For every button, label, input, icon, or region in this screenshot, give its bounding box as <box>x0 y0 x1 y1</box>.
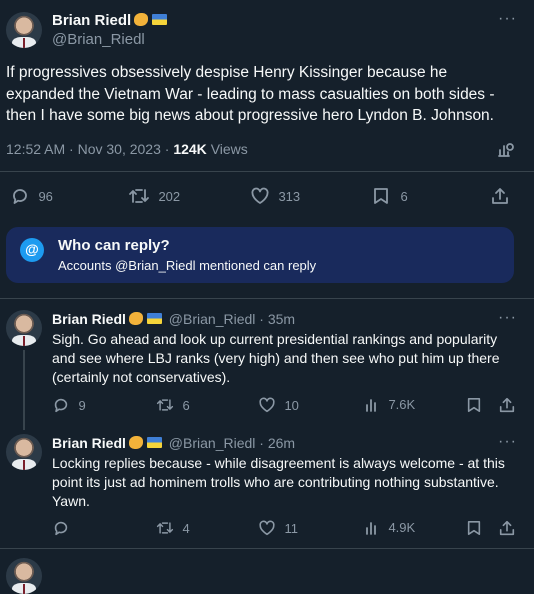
flexed-arm-emoji-icon <box>134 13 149 26</box>
flexed-arm-emoji-icon <box>128 312 143 325</box>
avatar[interactable] <box>6 434 42 470</box>
ukraine-flag-icon <box>146 313 162 324</box>
ukraine-flag-icon <box>152 14 168 25</box>
more-options-icon[interactable]: ··· <box>498 309 517 327</box>
ukraine-flag-icon <box>146 437 162 448</box>
analytics-icon[interactable] <box>497 141 515 159</box>
notice-title: Who can reply? <box>58 237 170 254</box>
views-count: 124K <box>173 141 207 157</box>
like-count: 313 <box>278 188 301 204</box>
reply-icon <box>54 521 68 536</box>
bookmark-icon <box>374 188 388 204</box>
bar-chart-icon <box>366 398 376 412</box>
bookmark-icon[interactable] <box>466 396 482 414</box>
retweet-button[interactable]: 6 <box>156 396 190 414</box>
reply-count: 9 <box>78 397 86 413</box>
avatar[interactable] <box>6 310 42 346</box>
retweet-button[interactable]: 4 <box>156 519 190 537</box>
timestamp[interactable]: 12:52 AM · Nov 30, 2023 · <box>6 141 173 157</box>
more-options-icon[interactable]: ··· <box>498 10 517 28</box>
reply-restriction-notice: @ Who can reply? Accounts @Brian_Riedl m… <box>6 227 514 283</box>
reply-author-line: Brian Riedl @Brian_Riedl · 35m <box>52 311 295 327</box>
reply-icon <box>54 398 68 413</box>
share-icon[interactable] <box>490 186 510 206</box>
reply-actions: 4 11 4.9K <box>52 519 522 537</box>
reply-text: Locking replies because - while disagree… <box>52 455 505 509</box>
heart-icon <box>259 397 275 413</box>
heart-icon <box>251 187 269 204</box>
author-handle[interactable]: @Brian_Riedl <box>52 31 145 48</box>
views-label: Views <box>210 141 248 157</box>
heart-icon <box>259 520 275 536</box>
flexed-arm-emoji-icon <box>128 436 143 449</box>
share-icon[interactable] <box>498 519 516 537</box>
thread-line <box>23 350 25 430</box>
main-actions: 96 202 313 6 <box>10 186 524 206</box>
at-icon: @ <box>20 238 44 262</box>
reply-icon <box>13 189 27 204</box>
like-button[interactable]: 313 <box>250 186 300 206</box>
reply-count: 96 <box>38 188 53 204</box>
reply-actions: 9 6 10 7.6K <box>52 396 522 414</box>
retweet-count: 6 <box>182 397 190 413</box>
notice-body: Accounts @Brian_Riedl mentioned can repl… <box>58 258 317 273</box>
bookmark-icon[interactable] <box>466 519 482 537</box>
bar-chart-icon <box>366 521 376 535</box>
bookmark-button[interactable]: 6 <box>372 186 408 206</box>
reply-button[interactable]: 96 <box>10 186 53 206</box>
retweet-count: 4 <box>182 520 190 536</box>
views-button[interactable]: 7.6K <box>364 396 415 414</box>
reply-time[interactable]: · 26m <box>259 435 295 451</box>
retweet-count: 202 <box>158 188 181 204</box>
like-button[interactable]: 11 <box>258 519 298 537</box>
reply-time[interactable]: · 35m <box>259 311 295 327</box>
reply-author-line: Brian Riedl @Brian_Riedl · 26m <box>52 435 295 451</box>
reply-button[interactable] <box>52 519 70 537</box>
bookmark-count: 6 <box>400 188 408 204</box>
more-options-icon[interactable]: ··· <box>498 433 517 451</box>
reply-text: Sigh. Go ahead and look up current presi… <box>52 331 500 385</box>
reply-author-name[interactable]: Brian Riedl <box>52 435 126 451</box>
reply-author-name[interactable]: Brian Riedl <box>52 311 126 327</box>
tweet-text: If progressives obsessively despise Henr… <box>6 64 495 124</box>
author-line: Brian Riedl <box>52 12 168 30</box>
like-button[interactable]: 10 <box>258 396 299 414</box>
share-icon[interactable] <box>498 396 516 414</box>
retweet-icon <box>129 189 149 203</box>
retweet-icon <box>156 399 174 411</box>
views-count: 4.9K <box>388 520 416 536</box>
like-count: 11 <box>284 520 298 536</box>
retweet-button[interactable]: 202 <box>128 186 180 206</box>
avatar[interactable] <box>6 558 42 594</box>
like-count: 10 <box>284 397 299 413</box>
retweet-icon <box>156 522 174 534</box>
reply-author-handle[interactable]: @Brian_Riedl <box>169 435 256 451</box>
tweet-meta: 12:52 AM · Nov 30, 2023 · 124K Views <box>6 141 248 157</box>
reply-button[interactable]: 9 <box>52 396 86 414</box>
views-count: 7.6K <box>388 397 416 413</box>
reply-author-handle[interactable]: @Brian_Riedl <box>169 311 256 327</box>
views-button[interactable]: 4.9K <box>364 519 415 537</box>
avatar[interactable] <box>6 12 42 48</box>
author-name[interactable]: Brian Riedl <box>52 12 131 29</box>
